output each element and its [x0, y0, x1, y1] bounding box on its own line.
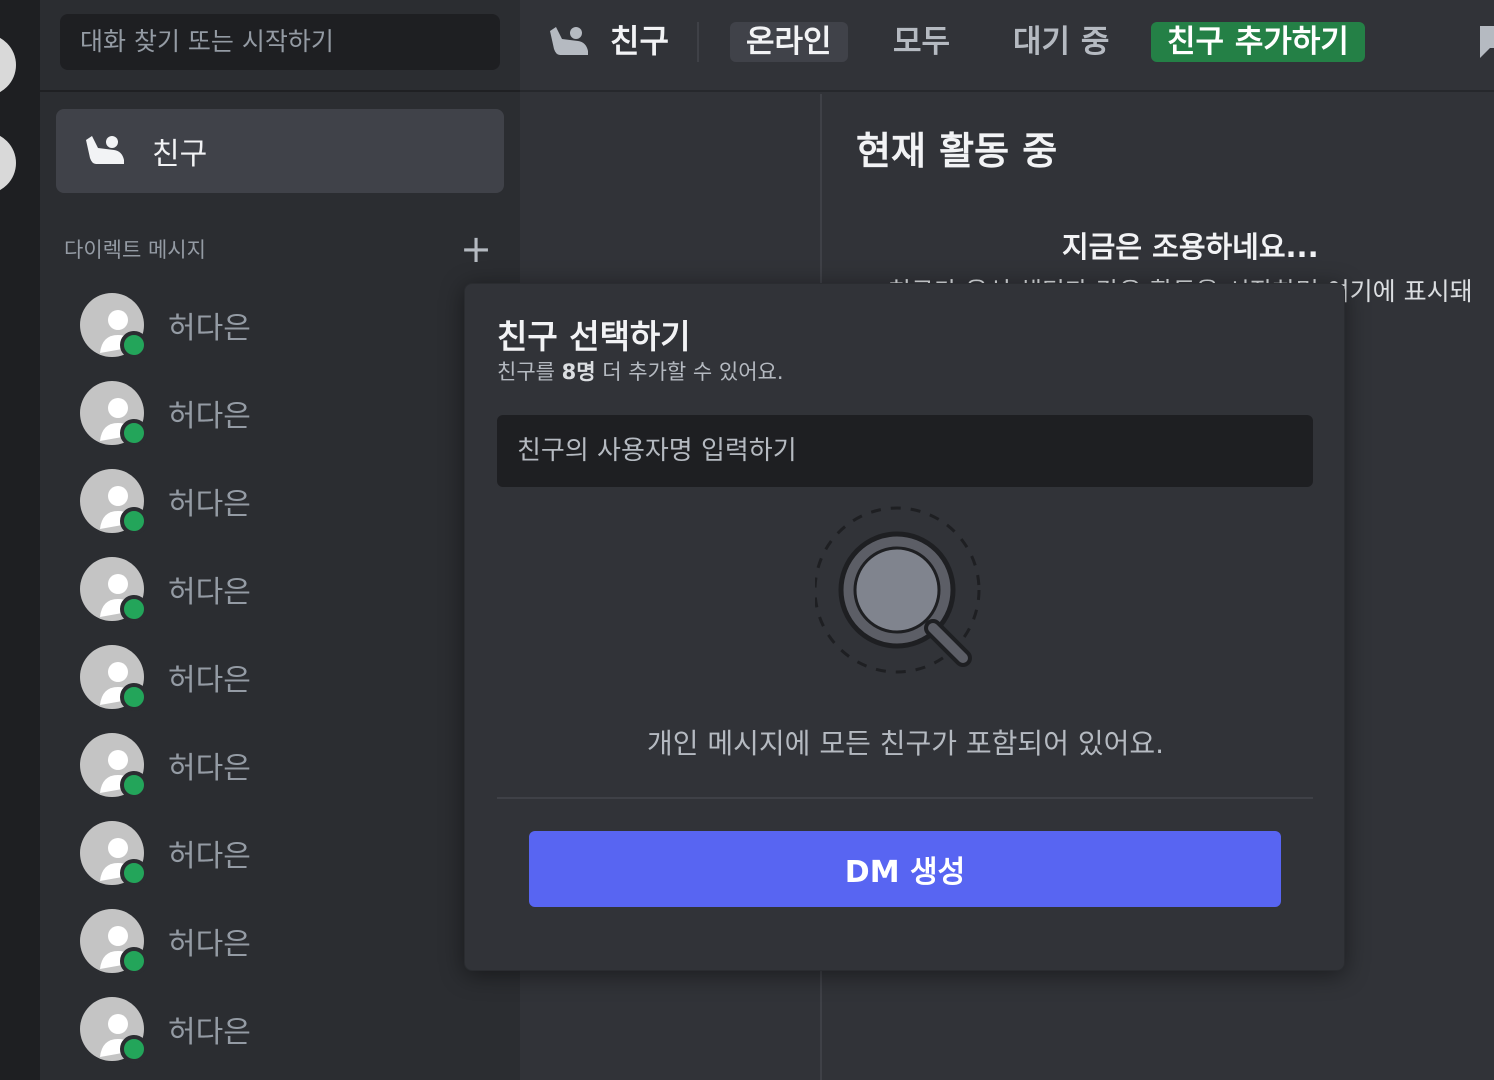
avatar [80, 909, 148, 975]
dm-name: 허다은 [168, 575, 251, 610]
search-magnifier-icon [815, 506, 981, 674]
new-group-dm-icon[interactable] [1478, 24, 1494, 60]
tab-all[interactable]: 모두 [877, 22, 966, 62]
list-item[interactable]: 허다은 [80, 994, 500, 1064]
list-item[interactable]: 허다은 [80, 290, 500, 360]
list-item[interactable]: 허다은 [80, 642, 500, 712]
popup-empty-text: 개인 메시지에 모든 친구가 포함되어 있어요. [646, 727, 1165, 760]
online-status-icon [120, 771, 148, 799]
dm-name: 허다은 [168, 311, 251, 346]
online-status-icon [120, 507, 148, 535]
avatar [80, 733, 148, 799]
list-item[interactable]: 허다은 [80, 906, 500, 976]
tab-pending[interactable]: 대기 중 [997, 22, 1125, 62]
dm-name: 허다은 [168, 1015, 251, 1050]
divider [697, 22, 699, 62]
friends-wave-icon [86, 136, 124, 164]
server-rail [0, 0, 40, 1080]
avatar [80, 293, 148, 359]
list-item[interactable]: 허다은 [80, 730, 500, 800]
dm-name: 허다은 [168, 927, 251, 962]
active-now-quiet-text: 지금은 조용하네요... [1062, 230, 1319, 264]
online-status-icon [120, 1035, 148, 1063]
divider [40, 90, 520, 92]
popup-subtitle-count: 8명 [561, 360, 596, 384]
list-item[interactable]: 허다은 [80, 554, 500, 624]
online-status-icon [120, 419, 148, 447]
conversation-search-button[interactable]: 대화 찾기 또는 시작하기 [60, 14, 500, 70]
popup-title: 친구 선택하기 [497, 317, 691, 356]
friend-username-input[interactable] [497, 415, 1313, 487]
dm-section-header: 다이렉트 메시지 + [64, 230, 492, 268]
avatar [80, 645, 148, 711]
dm-name: 허다은 [168, 663, 251, 698]
dm-name: 허다은 [168, 751, 251, 786]
popup-subtitle-suffix: 더 추가할 수 있어요. [595, 360, 784, 384]
tab-add-friend[interactable]: 친구 추가하기 [1151, 22, 1365, 62]
dm-sidebar: 대화 찾기 또는 시작하기 친구 다이렉트 메시지 + 허다은 허다은 허다은 … [40, 0, 520, 1080]
sidebar-item-label: 친구 [152, 137, 208, 172]
dm-name: 허다은 [168, 487, 251, 522]
list-item[interactable]: 허다은 [80, 378, 500, 448]
online-status-icon [120, 595, 148, 623]
friends-wave-icon [550, 27, 588, 55]
avatar [80, 997, 148, 1063]
tab-online[interactable]: 온라인 [730, 22, 848, 62]
page-title: 친구 [610, 22, 669, 60]
sidebar-item-friends[interactable]: 친구 [56, 109, 504, 193]
dm-name: 허다은 [168, 399, 251, 434]
create-dm-button[interactable]: DM 생성 [529, 831, 1281, 907]
online-status-icon [120, 947, 148, 975]
online-status-icon [120, 859, 148, 887]
dm-name: 허다은 [168, 839, 251, 874]
online-status-icon [120, 683, 148, 711]
friends-topbar: 친구 온라인 모두 대기 중 친구 추가하기 [520, 0, 1494, 92]
avatar [80, 557, 148, 623]
select-friends-popup: 친구 선택하기 친구를 8명 더 추가할 수 있어요. 개인 메시지에 모든 친… [464, 283, 1345, 971]
avatar [80, 469, 148, 535]
list-item[interactable]: 허다은 [80, 818, 500, 888]
server-icon[interactable] [0, 132, 16, 194]
list-item[interactable]: 허다은 [80, 466, 500, 536]
server-icon[interactable] [0, 34, 16, 96]
popup-subtitle-prefix: 친구를 [497, 360, 562, 384]
avatar [80, 381, 148, 447]
dm-header-label: 다이렉트 메시지 [64, 238, 206, 262]
avatar [80, 821, 148, 887]
active-now-title: 현재 활동 중 [856, 129, 1058, 173]
divider [497, 797, 1313, 799]
create-dm-plus-icon[interactable]: + [460, 230, 492, 268]
online-status-icon [120, 331, 148, 359]
popup-subtitle: 친구를 8명 더 추가할 수 있어요. [497, 356, 784, 386]
